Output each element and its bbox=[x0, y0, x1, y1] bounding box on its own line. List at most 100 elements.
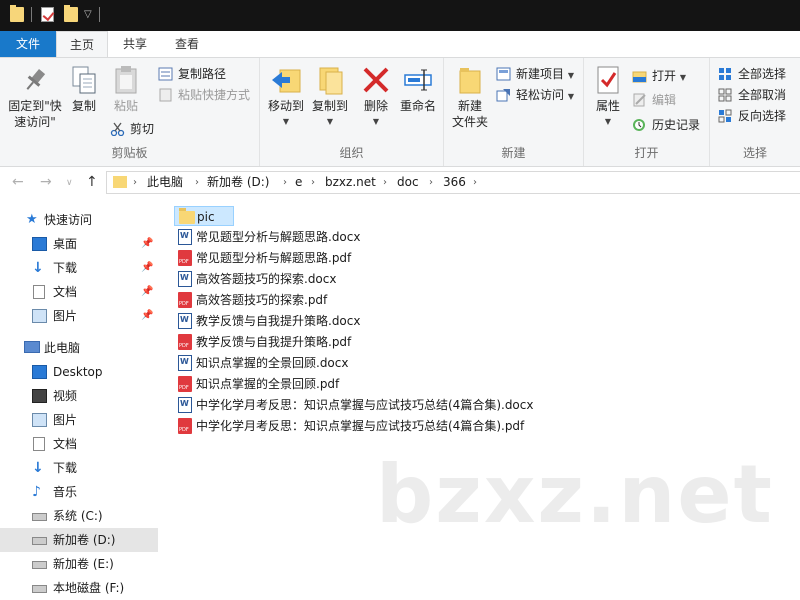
up-icon[interactable]: ↑ bbox=[86, 174, 98, 190]
back-icon[interactable]: ← bbox=[12, 174, 24, 190]
sidebar-item-videos[interactable]: 视频 bbox=[0, 384, 158, 408]
breadcrumb-separator[interactable]: › bbox=[383, 172, 387, 193]
list-item[interactable]: 知识点掌握的全景回顾.pdf bbox=[174, 374, 339, 394]
sidebar-item-pc-pictures[interactable]: 图片 bbox=[0, 408, 158, 432]
breadcrumb-separator[interactable]: › bbox=[195, 172, 199, 193]
music-icon: ♪ bbox=[32, 484, 41, 500]
sidebar-item-downloads[interactable]: ↓ 下载 📌 bbox=[0, 256, 158, 280]
sidebar-item-pictures[interactable]: 图片 📌 bbox=[0, 304, 158, 328]
pin-icon[interactable]: 📌 bbox=[141, 232, 153, 256]
breadcrumb-separator[interactable]: › bbox=[429, 172, 433, 193]
invert-selection-button[interactable]: 反向选择 bbox=[718, 106, 786, 126]
desktop-icon bbox=[32, 365, 47, 379]
history-button[interactable]: 历史记录 bbox=[632, 115, 700, 135]
copy-to-label: 复制到 bbox=[311, 99, 348, 113]
open-label: 打开 bbox=[652, 69, 677, 83]
tab-view[interactable]: 查看 bbox=[162, 31, 212, 57]
delete-button[interactable]: 删除 ▼ bbox=[358, 62, 394, 130]
edit-button[interactable]: 编辑 bbox=[632, 90, 676, 110]
folder-icon[interactable] bbox=[10, 5, 24, 22]
list-item[interactable]: 高效答题技巧的探索.pdf bbox=[174, 290, 327, 310]
list-item-folder-pic[interactable]: pic bbox=[174, 206, 234, 226]
word-document-icon bbox=[178, 271, 192, 287]
new-folder-quick-icon[interactable] bbox=[64, 5, 78, 22]
sidebar-item-pc-desktop[interactable]: Desktop bbox=[0, 360, 158, 384]
file-name: 常见题型分析与解题思路.pdf bbox=[196, 251, 352, 265]
new-folder-button[interactable]: 新建 文件夹 bbox=[450, 62, 490, 130]
list-item[interactable]: 教学反馈与自我提升策略.pdf bbox=[174, 332, 351, 352]
copy-path-button[interactable]: 复制路径 bbox=[158, 64, 226, 84]
pin-icon[interactable]: 📌 bbox=[141, 256, 153, 280]
rename-button[interactable]: 重命名 bbox=[396, 62, 440, 114]
list-item[interactable]: 高效答题技巧的探索.docx bbox=[174, 269, 336, 289]
list-item[interactable]: 知识点掌握的全景回顾.docx bbox=[174, 353, 348, 373]
customize-quick-access-icon[interactable]: ▽ bbox=[84, 9, 92, 20]
pdf-icon bbox=[178, 292, 192, 308]
sidebar-item-drive-e[interactable]: 新加卷 (E:) bbox=[0, 552, 158, 576]
address-bar[interactable]: › 此电脑 › 新加卷 (D:) › e › bzxz.net › doc › … bbox=[106, 171, 800, 194]
separator bbox=[31, 7, 32, 22]
breadcrumb-doc[interactable]: doc bbox=[397, 172, 419, 193]
breadcrumb-bzxz[interactable]: bzxz.net bbox=[325, 172, 376, 193]
select-none-button[interactable]: 全部取消 bbox=[718, 85, 786, 105]
sidebar-item-pc-downloads[interactable]: ↓ 下载 bbox=[0, 456, 158, 480]
list-item[interactable]: 中学化学月考反思：知识点掌握与应试技巧总结(4篇合集).docx bbox=[174, 395, 533, 415]
open-button[interactable]: 打开 ▼ bbox=[632, 66, 686, 86]
sidebar-item-drive-d[interactable]: 新加卷 (D:) bbox=[0, 528, 158, 552]
breadcrumb-separator[interactable]: › bbox=[133, 172, 137, 193]
list-item[interactable]: 常见题型分析与解题思路.docx bbox=[174, 227, 360, 247]
copy-button[interactable]: 复制 bbox=[66, 62, 102, 114]
select-group: 全部选择 全部取消 反向选择 选择 bbox=[710, 58, 800, 166]
sidebar-item-this-pc[interactable]: 此电脑 bbox=[0, 336, 158, 360]
breadcrumb-separator[interactable]: › bbox=[283, 172, 287, 193]
pdf-icon bbox=[178, 418, 192, 434]
breadcrumb-separator[interactable]: › bbox=[311, 172, 315, 193]
pdf-icon bbox=[178, 250, 192, 266]
easy-access-button[interactable]: 轻松访问 ▼ bbox=[496, 85, 574, 105]
breadcrumb-366[interactable]: 366 bbox=[443, 172, 466, 193]
cut-button[interactable]: 剪切 bbox=[110, 119, 154, 139]
select-all-button[interactable]: 全部选择 bbox=[718, 64, 786, 84]
breadcrumb-this-pc[interactable]: 此电脑 bbox=[147, 172, 183, 193]
pdf-icon bbox=[178, 376, 192, 392]
pin-quick-access-button[interactable]: 固定到"快 速访问" bbox=[4, 62, 66, 130]
paste-shortcut-button[interactable]: 粘贴快捷方式 bbox=[158, 85, 250, 105]
recent-locations-icon[interactable]: ∨ bbox=[66, 178, 73, 188]
list-item[interactable]: 中学化学月考反思：知识点掌握与应试技巧总结(4篇合集).pdf bbox=[174, 416, 524, 436]
sidebar-item-pc-documents[interactable]: 文档 bbox=[0, 432, 158, 456]
folder-icon bbox=[113, 176, 127, 188]
forward-icon[interactable]: → bbox=[40, 174, 52, 190]
copy-label: 复制 bbox=[71, 99, 96, 113]
new-item-button[interactable]: 新建项目 ▼ bbox=[496, 64, 574, 84]
paste-shortcut-label: 粘贴快捷方式 bbox=[178, 88, 251, 102]
tab-file[interactable]: 文件 bbox=[0, 31, 56, 57]
list-item[interactable]: 常见题型分析与解题思路.pdf bbox=[174, 248, 351, 268]
sidebar-item-documents[interactable]: 文档 📌 bbox=[0, 280, 158, 304]
organize-group: 移动到 ▼ 复制到 ▼ 删除 ▼ 重命名 组织 bbox=[260, 58, 444, 166]
sidebar-label: 视频 bbox=[53, 389, 78, 403]
sidebar-item-desktop[interactable]: 桌面 📌 bbox=[0, 232, 158, 256]
chevron-down-icon: ▼ bbox=[282, 117, 290, 126]
pin-icon[interactable]: 📌 bbox=[141, 304, 153, 328]
list-item[interactable]: 教学反馈与自我提升策略.docx bbox=[174, 311, 360, 331]
copy-to-button[interactable]: 复制到 ▼ bbox=[308, 62, 352, 130]
properties-quick-icon[interactable] bbox=[41, 7, 54, 22]
cut-label: 剪切 bbox=[130, 122, 155, 136]
properties-button[interactable]: 属性 ▼ bbox=[590, 62, 626, 130]
breadcrumb-separator[interactable]: › bbox=[473, 172, 477, 193]
move-to-button[interactable]: 移动到 ▼ bbox=[264, 62, 308, 130]
breadcrumb-drive-d[interactable]: 新加卷 (D:) bbox=[207, 172, 269, 193]
word-document-icon bbox=[178, 397, 192, 413]
sidebar-item-quick-access[interactable]: ★ 快速访问 bbox=[0, 208, 158, 232]
sidebar-item-drive-f[interactable]: 本地磁盘 (F:) bbox=[0, 576, 158, 600]
pin-icon[interactable]: 📌 bbox=[141, 280, 153, 304]
new-item-icon bbox=[496, 67, 511, 81]
pictures-icon bbox=[32, 309, 47, 323]
breadcrumb-e[interactable]: e bbox=[295, 172, 302, 193]
sidebar-item-drive-c[interactable]: 系统 (C:) bbox=[0, 504, 158, 528]
tab-share[interactable]: 共享 bbox=[110, 31, 160, 57]
sidebar-label: 图片 bbox=[53, 413, 78, 427]
paste-button[interactable]: 粘贴 bbox=[108, 62, 144, 114]
sidebar-item-music[interactable]: ♪ 音乐 bbox=[0, 480, 158, 504]
tab-home[interactable]: 主页 bbox=[56, 31, 108, 58]
